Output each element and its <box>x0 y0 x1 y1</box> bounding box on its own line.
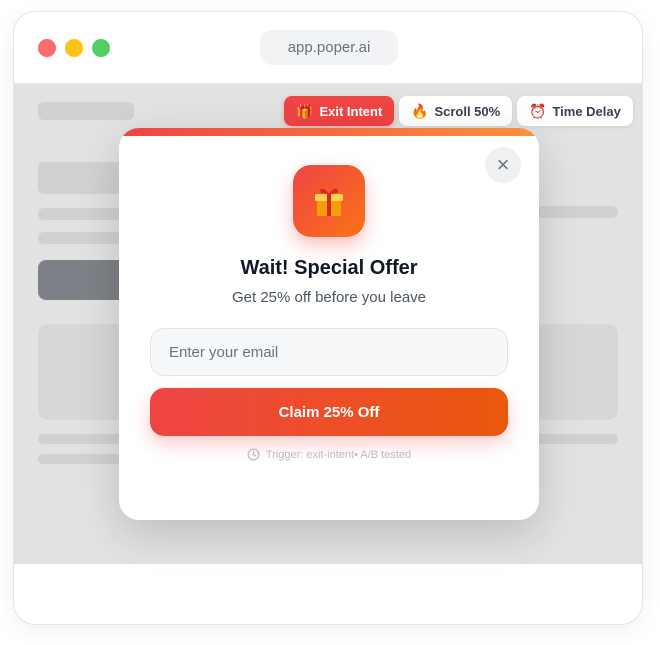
claim-offer-button[interactable]: Claim 25% Off <box>150 388 508 436</box>
trigger-tab-exit-intent[interactable]: 🎁 Exit Intent <box>284 96 395 126</box>
alarm-clock-icon: ⏰ <box>529 103 547 119</box>
fire-icon: 🔥 <box>411 103 429 119</box>
clock-icon <box>247 448 260 461</box>
skeleton-card <box>38 324 130 420</box>
skeleton-line <box>38 454 130 464</box>
skeleton-line <box>38 434 130 444</box>
maximize-window-dot[interactable] <box>92 39 110 57</box>
skeleton-line <box>534 434 618 444</box>
exit-intent-popup: × Wait! Special Offer Get 25% off before… <box>119 128 539 520</box>
skeleton-line <box>534 206 618 218</box>
popup-title: Wait! Special Offer <box>240 257 418 279</box>
gift-icon-tile <box>293 165 365 237</box>
email-field[interactable] <box>150 328 508 376</box>
trigger-note-text: Trigger: exit-intent• A/B tested <box>265 448 412 461</box>
minimize-window-dot[interactable] <box>65 39 83 57</box>
browser-window: app.poper.ai 🎁 Exit Intent 🔥 Scroll 50% … <box>13 11 643 625</box>
trigger-tab-scroll[interactable]: 🔥 Scroll 50% <box>399 96 513 126</box>
skeleton-card <box>534 324 618 420</box>
gift-icon: 🎁 <box>296 103 314 119</box>
popup-accent-strip <box>119 128 539 136</box>
skeleton-heading <box>38 162 130 194</box>
skeleton-logo <box>38 102 134 120</box>
gift-icon <box>315 188 343 216</box>
address-bar[interactable]: app.poper.ai <box>260 30 398 65</box>
skeleton-line <box>38 208 124 220</box>
close-icon[interactable]: × <box>485 147 521 183</box>
skeleton-button <box>38 260 130 300</box>
trigger-tab-time-delay[interactable]: ⏰ Time Delay <box>517 96 633 126</box>
trigger-tab-label: Scroll 50% <box>434 103 501 119</box>
skeleton-line <box>38 232 124 244</box>
trigger-tab-label: Exit Intent <box>319 103 383 119</box>
close-window-dot[interactable] <box>38 39 56 57</box>
browser-titlebar: app.poper.ai <box>14 12 642 84</box>
trigger-info: Trigger: exit-intent• A/B tested <box>119 448 539 461</box>
popup-subtitle: Get 25% off before you leave <box>231 289 427 306</box>
trigger-tab-label: Time Delay <box>552 103 621 119</box>
